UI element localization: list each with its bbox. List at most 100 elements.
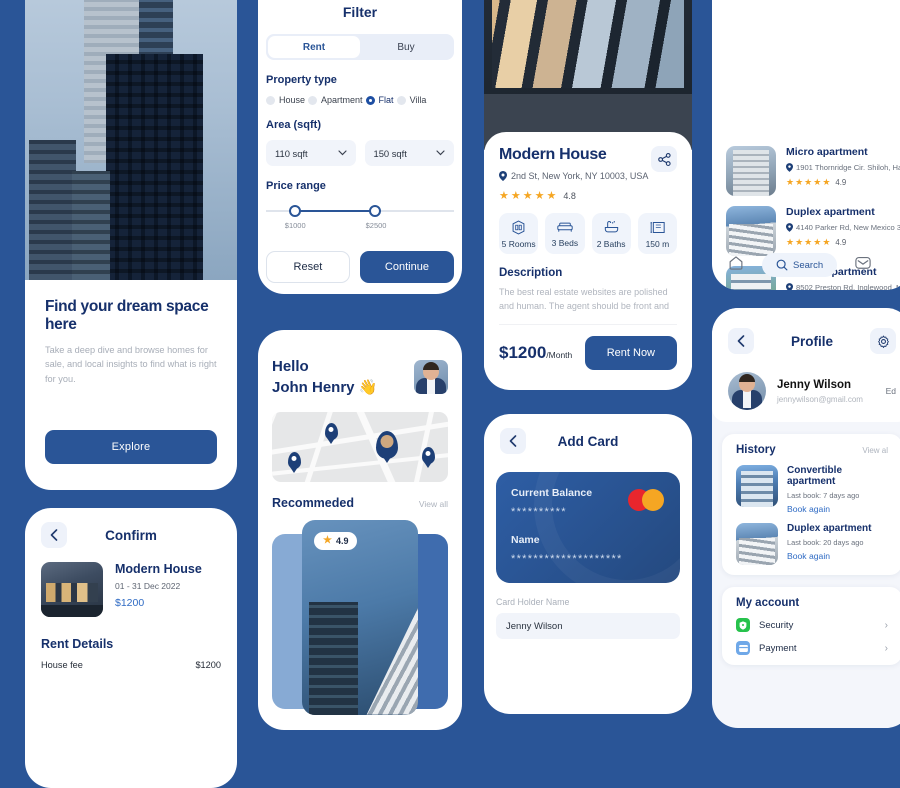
chevron-left-icon	[509, 435, 517, 447]
radio-indicator	[308, 95, 318, 105]
continue-button[interactable]: Continue	[359, 251, 454, 283]
radio-house[interactable]: House	[266, 95, 305, 105]
star-icon: ★	[499, 190, 509, 202]
chevron-left-icon	[50, 529, 58, 541]
recommended-carousel[interactable]: ★ 4.9	[272, 519, 448, 720]
account-item-security[interactable]: Security ›	[730, 609, 894, 632]
listing-name: Duplex apartment	[786, 206, 875, 218]
nav-search-label: Search	[793, 259, 824, 271]
recommended-view-all[interactable]: View all	[419, 499, 448, 509]
recommended-header: Recommeded View all	[258, 482, 462, 510]
radio-flat[interactable]: Flat	[365, 95, 394, 105]
nav-search-button[interactable]: Search	[762, 253, 838, 277]
explore-button[interactable]: Explore	[45, 430, 217, 464]
confirm-header: Confirm	[25, 508, 237, 554]
history-view-all[interactable]: View al	[862, 446, 888, 455]
property-name: Modern House	[499, 146, 607, 163]
history-item[interactable]: Convertible apartment Last book: 7 days …	[730, 456, 894, 514]
profile-header: Profile	[712, 308, 900, 360]
radio-indicator	[396, 95, 406, 105]
feature-area: 150 m	[637, 213, 677, 254]
address-text: 1901 Thornridge Cir. Shiloh, Haw	[796, 163, 900, 172]
price-max-label: $2500	[365, 221, 387, 230]
history-title: History	[736, 444, 776, 456]
chevron-right-icon: ›	[884, 642, 888, 654]
back-button[interactable]	[728, 328, 754, 354]
greeting-text: Hello John Henry 👋	[272, 356, 377, 399]
slider-knob-max[interactable]	[369, 205, 382, 217]
feature-baths: 2 Baths	[591, 213, 631, 254]
property-type-group: House Apartment Flat Villa	[266, 95, 454, 105]
location-pin-icon	[786, 223, 793, 232]
radio-villa[interactable]: Villa	[396, 95, 426, 105]
card-holder-label: Card Holder Name	[496, 597, 570, 607]
property-rating: ★ ★ ★ ★ ★ 4.8	[499, 189, 648, 202]
card-holder-input[interactable]: Jenny Wilson	[496, 613, 680, 639]
star-icon: ★	[510, 190, 521, 202]
map-preview[interactable]	[272, 411, 448, 482]
edit-profile-link[interactable]: Ed	[886, 386, 896, 396]
map-pin[interactable]	[287, 452, 301, 474]
history-item[interactable]: Duplex apartment Last book: 20 days ago …	[730, 514, 894, 565]
avatar[interactable]	[414, 360, 448, 395]
price-range-label: Price range	[266, 180, 326, 192]
detail-footer: $1200/Month Rent Now	[499, 323, 677, 370]
price-display: $1200/Month	[499, 343, 572, 363]
book-again-link[interactable]: Book again	[787, 551, 871, 561]
share-icon	[657, 152, 671, 166]
nav-home-button[interactable]	[728, 255, 744, 276]
map-pin[interactable]	[324, 422, 338, 444]
rooms-icon	[512, 220, 525, 235]
screen-add-card: Add Card Current Balance ********** Name…	[484, 414, 692, 714]
radio-apartment[interactable]: Apartment	[308, 95, 363, 105]
area-icon	[650, 222, 665, 233]
star-icon: ★	[822, 177, 831, 187]
history-thumbnail	[736, 465, 778, 507]
map-pin-active[interactable]	[375, 431, 398, 464]
rent-buy-toggle: Rent Buy	[266, 34, 454, 60]
slider-knob-min[interactable]	[288, 205, 301, 217]
reset-button[interactable]: Reset	[266, 251, 350, 283]
account-item-payment[interactable]: Payment ›	[730, 632, 894, 655]
onboarding-hero-image	[25, 0, 237, 280]
star-icon: ★	[323, 535, 332, 547]
mastercard-logo-icon	[628, 489, 664, 511]
price-range-slider[interactable]	[266, 204, 454, 218]
carousel-card-active[interactable]: ★ 4.9	[302, 519, 418, 715]
filter-title: Filter	[342, 4, 378, 20]
book-again-link[interactable]: Book again	[787, 504, 888, 514]
screen-filter: Filter Rent Buy Property type House Apar…	[258, 0, 462, 294]
screen-home: Hello John Henry 👋 Recommeded View all ★…	[258, 330, 462, 730]
area-min-value: 110 sqft	[275, 147, 308, 159]
area-min-select[interactable]: 110 sqft	[266, 140, 356, 166]
listing-rating: ★ ★ ★ ★ ★ 4.9	[786, 177, 900, 188]
settings-button[interactable]	[870, 328, 896, 354]
share-button[interactable]	[651, 146, 677, 172]
map-pin[interactable]	[421, 446, 435, 468]
avatar[interactable]	[728, 372, 766, 410]
area-max-select[interactable]: 150 sqft	[364, 140, 454, 166]
tab-rent[interactable]: Rent	[268, 36, 360, 58]
history-thumbnail	[736, 523, 778, 565]
nav-messages-button[interactable]	[855, 256, 871, 275]
credit-card-icon	[736, 641, 750, 655]
back-button[interactable]	[41, 522, 67, 548]
home-icon	[729, 255, 743, 270]
back-button[interactable]	[500, 428, 526, 454]
star-icon: ★	[534, 190, 545, 202]
rent-now-button[interactable]: Rent Now	[584, 335, 677, 370]
property-address: 2nd St, New York, NY 10003, USA	[499, 171, 648, 181]
shield-icon	[736, 618, 750, 632]
chevron-right-icon: ›	[884, 619, 888, 631]
star-icon: ★	[786, 177, 795, 187]
list-item[interactable]: Micro apartment 1901 Thornridge Cir. Shi…	[712, 136, 900, 196]
property-name: Modern House	[115, 562, 202, 576]
tab-buy[interactable]: Buy	[360, 36, 452, 58]
card-name-label: Name	[511, 534, 540, 546]
history-last-book: Last book: 7 days ago	[787, 491, 860, 500]
rating-value: 4.9	[335, 535, 349, 546]
rent-detail-value: $1200	[195, 660, 221, 670]
greeting-line-1: Hello	[272, 358, 309, 375]
price-amount: $1200	[499, 342, 547, 362]
listing-address: 1901 Thornridge Cir. Shiloh, Haw	[786, 163, 900, 172]
